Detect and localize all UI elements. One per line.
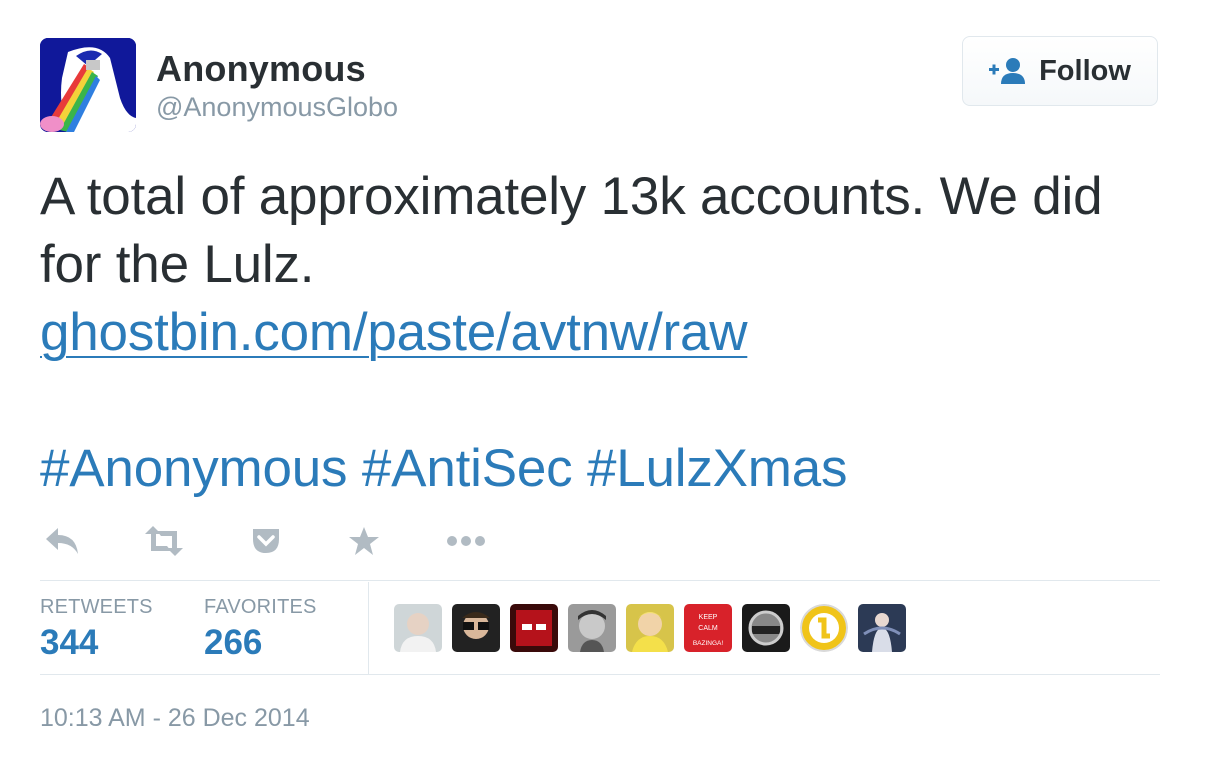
pocket-icon	[253, 529, 279, 553]
user-avatar-icon	[394, 604, 442, 652]
follow-label: Follow	[1039, 54, 1131, 87]
profile-avatar[interactable]	[40, 38, 136, 132]
pocket-button[interactable]	[244, 522, 288, 560]
reply-button[interactable]	[40, 522, 84, 560]
keep-calm-line-3: BAZINGA!	[693, 640, 724, 647]
favoriter-avatar[interactable]	[394, 604, 442, 652]
user-avatar-icon	[858, 604, 906, 652]
favoriter-avatar[interactable]	[510, 604, 558, 652]
tweet-card: Anonymous @AnonymousGlobo Follow A total…	[0, 0, 1220, 774]
more-icon	[447, 536, 485, 546]
user-avatar-icon	[510, 604, 558, 652]
favorite-star-icon	[349, 527, 379, 555]
stats-top-divider	[40, 580, 1160, 581]
anonymous-rainbow-avatar-icon	[40, 38, 136, 132]
favorites-stat[interactable]: FAVORITES 266	[204, 596, 317, 663]
user-avatar-icon	[742, 604, 790, 652]
follow-button[interactable]: Follow	[962, 36, 1158, 106]
user-handle[interactable]: @AnonymousGlobo	[156, 92, 398, 123]
hashtag-anonymous[interactable]: #Anonymous	[40, 439, 348, 498]
tweet-timestamp[interactable]: 10:13 AM - 26 Dec 2014	[40, 704, 310, 733]
favoriter-avatar[interactable]	[452, 604, 500, 652]
stats-vertical-divider	[368, 582, 369, 674]
hashtag-antisec[interactable]: #AntiSec	[362, 439, 573, 498]
user-avatar-icon	[452, 604, 500, 652]
retweet-icon	[145, 526, 183, 556]
favoriter-avatar[interactable]	[568, 604, 616, 652]
favorites-label: FAVORITES	[204, 596, 317, 618]
tweet-link[interactable]: ghostbin.com/paste/avtnw/raw	[40, 303, 748, 362]
favorites-count: 266	[204, 623, 263, 662]
add-user-icon	[989, 58, 1026, 84]
user-avatar-icon	[568, 604, 616, 652]
keep-calm-icon: KEEP CALM BAZINGA!	[684, 604, 732, 652]
user-avatar-icon	[626, 604, 674, 652]
favoriter-avatar[interactable]	[858, 604, 906, 652]
favoriter-avatar[interactable]	[626, 604, 674, 652]
retweets-stat[interactable]: RETWEETS 344	[40, 596, 153, 663]
hashtag-lulzxmas[interactable]: #LulzXmas	[587, 439, 848, 498]
favoriter-avatar[interactable]	[742, 604, 790, 652]
favoriter-avatar[interactable]	[800, 604, 848, 652]
reply-icon	[46, 528, 78, 554]
retweets-label: RETWEETS	[40, 596, 153, 618]
tweet-text: A total of approximately 13k accounts. W…	[40, 163, 1170, 503]
more-button[interactable]	[444, 522, 488, 560]
display-name[interactable]: Anonymous	[156, 48, 366, 90]
user-avatar-icon	[800, 604, 848, 652]
tweet-body: A total of approximately 13k accounts. W…	[40, 167, 1103, 294]
keep-calm-line-2: CALM	[698, 625, 718, 632]
keep-calm-avatar[interactable]: KEEP CALM BAZINGA!	[684, 604, 732, 652]
stats-bottom-divider	[40, 674, 1160, 675]
keep-calm-line-1: KEEP	[699, 614, 718, 621]
hashtag-list: #Anonymous #AntiSec #LulzXmas	[40, 435, 1170, 503]
retweets-count: 344	[40, 623, 99, 662]
favorite-button[interactable]	[342, 522, 386, 560]
retweet-button[interactable]	[142, 522, 186, 560]
